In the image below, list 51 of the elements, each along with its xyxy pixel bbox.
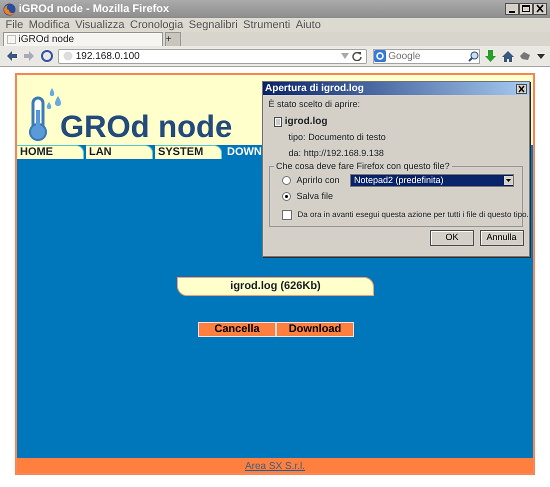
radio-button[interactable]	[282, 176, 291, 185]
search-engine-icon	[374, 50, 386, 62]
menu-item[interactable]: Cronologia	[130, 16, 184, 34]
menu-item[interactable]: Segnalibri	[188, 16, 238, 34]
minimize-button[interactable]	[505, 3, 520, 15]
dropdown-icon	[504, 176, 513, 185]
checkbox[interactable]	[282, 210, 292, 220]
app-select[interactable]: Notepad2 (predefinita)	[350, 174, 514, 187]
close-button[interactable]	[516, 84, 527, 94]
search-field[interactable]: Google	[372, 48, 480, 64]
window-title: iGROd node - Mozilla Firefox	[18, 2, 170, 17]
firefox-icon	[3, 2, 16, 16]
home-icon[interactable]	[502, 50, 514, 62]
cancel-button[interactable]: Cancella	[198, 322, 276, 337]
type-value: Documento di testo	[308, 131, 386, 144]
group-label: Che cosa deve fare Firefox con questo file?	[274, 160, 452, 173]
file-name: igrod.log	[284, 115, 328, 129]
search-icon[interactable]	[468, 50, 478, 62]
intro-text: È stato scelto di aprire:	[268, 98, 360, 111]
option-label: Salva file	[296, 190, 334, 203]
reload-icon[interactable]	[352, 51, 362, 61]
menu-item[interactable]: Strumenti	[243, 16, 290, 34]
browser-tab[interactable]: iGROd node	[2, 32, 163, 46]
download-button[interactable]: Download	[276, 322, 354, 337]
checkbox-label: Da ora in avanti esegui questa azione per tutti i file di questo tipo.	[298, 208, 529, 221]
browser-tab[interactable]: +	[164, 32, 181, 46]
logo-text: GROd node	[60, 111, 232, 142]
menu-dropdown-icon[interactable]	[536, 54, 544, 58]
back-icon[interactable]	[6, 50, 18, 62]
address-field[interactable]: 192.168.0.100	[58, 48, 367, 64]
dialog-title-bar: Apertura di igrod.log	[263, 82, 529, 95]
file-label: igrod.log (626Kb)	[177, 277, 374, 296]
nav-tab[interactable]: SYSTEM	[155, 145, 222, 159]
nav-tab[interactable]: HOME	[17, 145, 84, 159]
menu-item[interactable]: Visualizza	[75, 16, 125, 34]
ok-button[interactable]: OK	[430, 230, 474, 246]
cancel-button[interactable]: Annulla	[480, 230, 524, 246]
menu-item[interactable]: File	[6, 16, 24, 34]
close-button[interactable]	[533, 3, 548, 15]
option-label: Aprirlo con	[296, 174, 341, 187]
radio-button[interactable]	[282, 192, 291, 201]
menu-item[interactable]: Aiuto	[296, 16, 321, 34]
document-icon	[274, 116, 282, 126]
page-icon	[6, 35, 16, 44]
nav-tab[interactable]: LAN	[86, 145, 153, 159]
menu-item[interactable]: Modifica	[28, 16, 70, 34]
maximize-button[interactable]	[519, 3, 534, 15]
type-label: tipo:	[288, 131, 306, 144]
download-icon[interactable]	[485, 50, 496, 62]
source-url: http://192.168.9.138	[304, 146, 384, 160]
source-label: da:	[288, 146, 302, 160]
